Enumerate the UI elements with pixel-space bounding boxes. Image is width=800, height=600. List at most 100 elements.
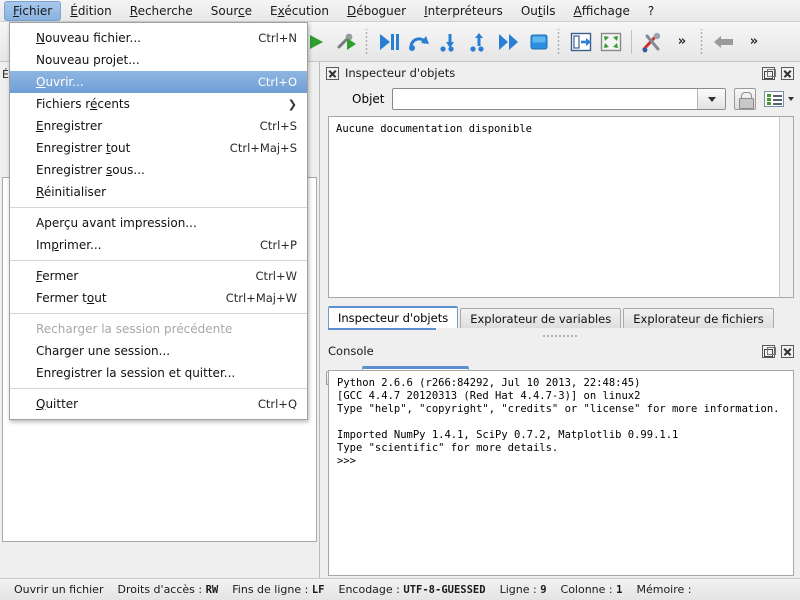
pane-close-left-icon[interactable] [326, 66, 339, 80]
spyder-ide-window: É Inspecteur d'objets Objet Aucune docum… [0, 0, 800, 600]
menu-item-fermer-tout[interactable]: Fermer tout Ctrl+Maj+W [10, 287, 307, 309]
console-pane: Console Python 1 00:00:22 [320, 340, 800, 578]
active-tab-underline [328, 328, 436, 330]
tab-explorateur-fichiers[interactable]: Explorateur de fichiers [623, 308, 774, 328]
menu-item-label: Recharger la session précédente [36, 322, 233, 336]
menu-item-label: Fichiers récents [36, 97, 130, 111]
maximize-pane-icon[interactable] [566, 27, 596, 57]
menu-item-shortcut: Ctrl+O [257, 75, 297, 89]
submenu-arrow-icon: ❯ [287, 97, 297, 111]
preferences-icon[interactable] [637, 27, 667, 57]
menu-item-fermer[interactable]: Fermer Ctrl+W [10, 265, 307, 287]
menu-item-label: Nouveau projet... [36, 53, 140, 67]
menu-item-fichiers-recents[interactable]: Fichiers récents ❯ [10, 93, 307, 115]
menu-edition[interactable]: Édition [61, 1, 121, 21]
menu-item-quitter[interactable]: Quitter Ctrl+Q [10, 393, 307, 415]
undock-icon[interactable] [761, 344, 776, 358]
menu-item-label: Ouvrir... [36, 75, 84, 89]
menu-item-shortcut: Ctrl+W [255, 269, 297, 283]
object-inspector-header: Inspecteur d'objets [320, 62, 800, 84]
overflow-chevron-icon[interactable]: » [667, 27, 697, 57]
chevron-down-options-icon[interactable] [788, 97, 794, 101]
menu-item-shortcut: Ctrl+Q [257, 397, 297, 411]
configure-run-icon[interactable] [332, 27, 362, 57]
menu-source[interactable]: Source [202, 1, 261, 21]
status-column-value: 1 [616, 584, 623, 596]
menu-item-label: Charger une session... [36, 344, 171, 358]
status-encoding-value: UTF-8-GUESSED [403, 584, 486, 596]
overflow-chevron-icon[interactable]: » [739, 27, 769, 57]
console-output-area[interactable]: Python 2.6.6 (r266:84292, Jul 10 2013, 2… [328, 370, 794, 576]
tab-label: Inspecteur d'objets [338, 311, 449, 325]
object-combobox[interactable] [392, 88, 726, 110]
debug-stop-icon[interactable] [524, 27, 554, 57]
menu-item-apercu-impression[interactable]: Aperçu avant impression... [10, 212, 307, 234]
debug-run-icon[interactable] [374, 27, 404, 57]
menu-item-nouveau-projet[interactable]: Nouveau projet... [10, 49, 307, 71]
console-header: Console [320, 340, 800, 362]
grip-handle[interactable] [699, 28, 707, 55]
menu-item-label: Quitter [36, 397, 79, 411]
close-icon[interactable] [780, 66, 794, 80]
status-memory: Mémoire : [636, 583, 691, 596]
status-permissions: Droits d'accès : RW [117, 583, 218, 596]
menu-item-recharger-session: Recharger la session précédente [10, 318, 307, 340]
menu-item-nouveau-fichier[interactable]: Nouveau fichier... Ctrl+N [10, 27, 307, 49]
menu-item-shortcut: Ctrl+P [259, 238, 297, 252]
chevron-down-icon[interactable] [697, 89, 725, 109]
grip-handle[interactable] [556, 28, 564, 55]
tab-inspecteur-objets[interactable]: Inspecteur d'objets [328, 306, 459, 328]
console-title: Console [328, 344, 374, 358]
menu-item-shortcut: Ctrl+Maj+W [225, 291, 297, 305]
object-selector-row: Objet [320, 84, 800, 114]
undock-icon[interactable] [761, 66, 776, 80]
menu-deboguer[interactable]: Déboguer [338, 1, 415, 21]
menu-item-label: Enregistrer la session et quitter... [36, 366, 236, 380]
menu-item-reinitialiser[interactable]: Réinitialiser [10, 181, 307, 203]
toolbar-separator [631, 29, 632, 54]
close-icon[interactable] [780, 344, 794, 358]
grip-handle[interactable] [364, 28, 372, 55]
menu-item-charger-session[interactable]: Charger une session... [10, 340, 307, 362]
menu-item-enregistrer-session-quitter[interactable]: Enregistrer la session et quitter... [10, 362, 307, 384]
menu-item-enregistrer-tout[interactable]: Enregistrer tout Ctrl+Maj+S [10, 137, 307, 159]
menu-recherche[interactable]: Recherche [121, 1, 202, 21]
menu-help[interactable]: ? [639, 1, 663, 21]
documentation-scrollbar[interactable] [779, 117, 793, 297]
menu-bar: Fichier Édition Recherche Source Exécuti… [0, 0, 800, 22]
menu-fichier[interactable]: Fichier [4, 0, 62, 21]
debug-continue-icon[interactable] [494, 27, 524, 57]
menu-item-ouvrir[interactable]: Ouvrir... Ctrl+O [10, 71, 307, 93]
splitter-handle[interactable] [542, 332, 578, 340]
inspector-tab-row: Inspecteur d'objets Explorateur de varia… [328, 306, 800, 328]
debug-step-over-icon[interactable] [404, 27, 434, 57]
menu-outils[interactable]: Outils [512, 1, 565, 21]
debug-step-return-icon[interactable] [464, 27, 494, 57]
menu-item-label: Aperçu avant impression... [36, 216, 197, 230]
menu-item-shortcut: Ctrl+N [258, 31, 297, 45]
status-column-label: Colonne : [560, 583, 613, 596]
menu-item-label: Imprimer... [36, 238, 102, 252]
menu-separator [10, 388, 307, 389]
documentation-view: Aucune documentation disponible [328, 116, 794, 298]
menu-item-enregistrer[interactable]: Enregistrer Ctrl+S [10, 115, 307, 137]
menu-affichage[interactable]: Affichage [565, 1, 639, 21]
menu-item-shortcut: Ctrl+S [259, 119, 297, 133]
fullscreen-icon[interactable] [596, 27, 626, 57]
menu-separator [10, 260, 307, 261]
tab-label: Explorateur de variables [470, 311, 612, 326]
options-list-icon[interactable] [764, 91, 784, 107]
status-bar: Ouvrir un fichier Droits d'accès : RW Fi… [0, 578, 800, 600]
menu-separator [10, 207, 307, 208]
tab-explorateur-variables[interactable]: Explorateur de variables [460, 308, 622, 328]
menu-item-imprimer[interactable]: Imprimer... Ctrl+P [10, 234, 307, 256]
menu-interpreteurs[interactable]: Interpréteurs [415, 1, 512, 21]
documentation-text: Aucune documentation disponible [336, 123, 532, 135]
menu-item-enregistrer-sous[interactable]: Enregistrer sous... [10, 159, 307, 181]
debug-step-into-icon[interactable] [434, 27, 464, 57]
menu-item-label: Réinitialiser [36, 185, 107, 199]
back-arrow-icon[interactable] [709, 27, 739, 57]
menu-execution[interactable]: Exécution [261, 1, 338, 21]
lock-icon[interactable] [734, 88, 756, 110]
menu-item-shortcut: Ctrl+Maj+S [229, 141, 297, 155]
